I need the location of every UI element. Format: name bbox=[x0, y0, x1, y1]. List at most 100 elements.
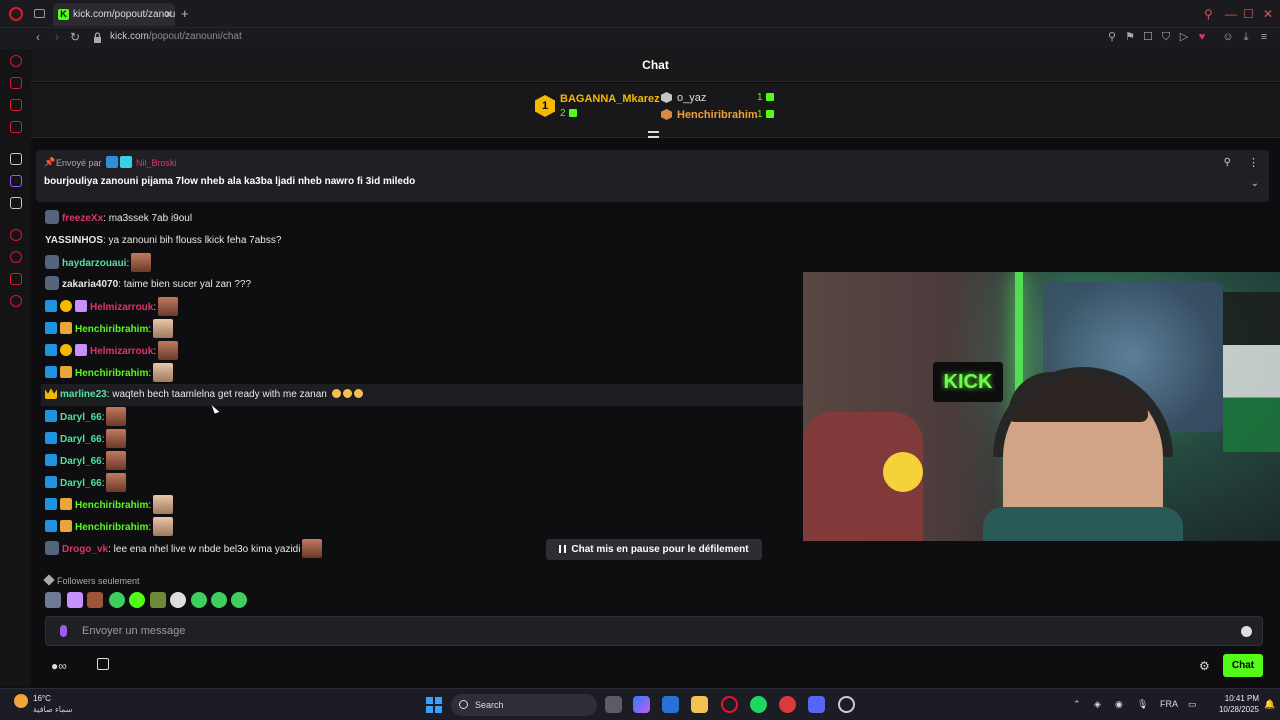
tray-app-icon[interactable]: ◈ bbox=[1094, 699, 1101, 710]
quick-emote-icon[interactable] bbox=[211, 592, 227, 608]
chat-message[interactable]: freezeXx: ma3ssek 7ab i9oul bbox=[45, 209, 192, 229]
chat-message[interactable]: Helmizarrouk: bbox=[45, 341, 179, 361]
store-icon[interactable] bbox=[97, 658, 109, 670]
app-icon[interactable] bbox=[779, 696, 796, 713]
leader-second-name[interactable]: o_yaz bbox=[677, 92, 706, 104]
taskbar-time[interactable]: 10:41 PM bbox=[1219, 694, 1259, 703]
ai-icon[interactable] bbox=[10, 55, 22, 67]
chat-message[interactable]: Henchiribrahim: bbox=[45, 495, 174, 515]
message-username[interactable]: Daryl_66 bbox=[60, 478, 102, 489]
resume-scroll-button[interactable]: Chat mis en pause pour le défilement bbox=[546, 539, 762, 560]
settings-icon[interactable] bbox=[10, 295, 22, 307]
player-icon[interactable] bbox=[10, 229, 22, 241]
task-view-icon[interactable] bbox=[605, 696, 622, 713]
opera-taskbar-icon[interactable] bbox=[721, 696, 738, 713]
microphone-tray-icon[interactable]: 🎙 bbox=[1137, 699, 1148, 710]
discord-icon[interactable] bbox=[808, 696, 825, 713]
minimize-icon[interactable]: — bbox=[1225, 7, 1237, 21]
quick-emote-icon[interactable] bbox=[45, 592, 61, 608]
chat-message[interactable]: Daryl_66: bbox=[45, 473, 127, 493]
forward-icon[interactable]: › bbox=[55, 30, 59, 44]
weather-icon[interactable] bbox=[14, 694, 28, 708]
quick-emote-icon[interactable] bbox=[87, 592, 103, 608]
send-chat-button[interactable]: Chat bbox=[1223, 654, 1263, 677]
emoji-picker-icon[interactable] bbox=[1241, 626, 1252, 637]
leader-first-name[interactable]: BAGANNA_Mkarez bbox=[560, 93, 660, 105]
network-icon[interactable]: ▭ bbox=[1188, 699, 1197, 710]
x-icon[interactable] bbox=[10, 197, 22, 209]
workspaces-icon[interactable] bbox=[34, 9, 45, 18]
message-username[interactable]: Helmizarrouk bbox=[90, 302, 153, 313]
chat-message[interactable]: Daryl_66: bbox=[45, 407, 127, 427]
message-username[interactable]: Daryl_66 bbox=[60, 434, 102, 445]
quick-emote-icon[interactable] bbox=[170, 592, 186, 608]
message-username[interactable]: Drogo_vk bbox=[62, 544, 108, 555]
microphone-icon[interactable] bbox=[60, 625, 67, 637]
chat-message[interactable]: Henchiribrahim: bbox=[45, 363, 174, 383]
browser-tab[interactable]: K kick.com/popout/zanouni bbox=[53, 3, 175, 26]
shopping-icon[interactable] bbox=[10, 77, 22, 89]
close-tab-icon[interactable]: ✕ bbox=[164, 8, 173, 21]
quick-emote-icon[interactable] bbox=[150, 592, 166, 608]
chat-message[interactable]: Daryl_66: bbox=[45, 429, 127, 449]
message-username[interactable]: Helmizarrouk bbox=[90, 346, 153, 357]
message-username[interactable]: Daryl_66 bbox=[60, 456, 102, 467]
close-window-icon[interactable]: ✕ bbox=[1263, 7, 1273, 21]
messenger-icon[interactable] bbox=[10, 99, 22, 111]
chat-message[interactable]: haydarzouaui: bbox=[45, 253, 152, 273]
message-input[interactable] bbox=[82, 621, 1222, 641]
message-username[interactable]: marline23 bbox=[60, 389, 107, 400]
opera-logo-icon[interactable] bbox=[9, 7, 23, 21]
message-username[interactable]: Henchiribrahim bbox=[75, 500, 148, 511]
chat-message[interactable]: marline23: waqteh bech taamlelna get rea… bbox=[45, 385, 363, 405]
notifications-icon[interactable]: 🔔 bbox=[1264, 699, 1275, 710]
taskbar-search[interactable]: Search bbox=[451, 694, 597, 716]
message-username[interactable]: Henchiribrahim bbox=[75, 324, 148, 335]
pin-icon[interactable]: ⚑ bbox=[1124, 31, 1136, 43]
news-icon[interactable] bbox=[10, 121, 22, 133]
zoom-icon[interactable]: ⚲ bbox=[1106, 31, 1118, 43]
extensions-icon[interactable] bbox=[10, 273, 22, 285]
message-username[interactable]: Daryl_66 bbox=[60, 412, 102, 423]
play-icon[interactable]: ▷ bbox=[1178, 31, 1190, 43]
input-language[interactable]: FRA bbox=[1160, 699, 1178, 709]
message-username[interactable]: freezeXx bbox=[62, 213, 103, 224]
maximize-icon[interactable]: ☐ bbox=[1243, 7, 1254, 21]
chat-message[interactable]: YASSINHOS: ya zanouni bih flouss lkick f… bbox=[45, 231, 281, 251]
chat-message[interactable]: zakaria4070: taime bien sucer yal zan ??… bbox=[45, 275, 251, 295]
tray-overflow-icon[interactable]: ⌃ bbox=[1073, 699, 1081, 710]
chat-message-list[interactable]: freezeXx: ma3ssek 7ab i9oul YASSINHOS: y… bbox=[31, 204, 803, 570]
heart-icon[interactable]: ♥ bbox=[1196, 31, 1208, 43]
windows-start-icon[interactable] bbox=[426, 697, 442, 713]
message-username[interactable]: haydarzouaui bbox=[62, 258, 126, 269]
chat-message[interactable]: Drogo_vk: lee ena nhel live w nbde bel3o… bbox=[45, 539, 323, 559]
tray-app-icon[interactable]: ◉ bbox=[1115, 699, 1123, 710]
back-icon[interactable]: ‹ bbox=[36, 30, 40, 44]
reload-icon[interactable]: ↻ bbox=[70, 30, 80, 44]
shield-icon[interactable]: ⛉ bbox=[1160, 31, 1172, 43]
taskbar-date[interactable]: 10/28/2025 bbox=[1211, 705, 1259, 714]
search-tabs-icon[interactable]: ⚲ bbox=[1204, 7, 1213, 21]
spotify-icon[interactable] bbox=[750, 696, 767, 713]
kick-sidebar-icon[interactable] bbox=[10, 153, 22, 165]
file-explorer-icon[interactable] bbox=[691, 696, 708, 713]
chat-message[interactable]: Henchiribrahim: bbox=[45, 319, 174, 339]
twitch-icon[interactable] bbox=[10, 175, 22, 187]
collapse-handle-icon[interactable] bbox=[648, 131, 659, 138]
unpin-icon[interactable]: ⚲ bbox=[1224, 157, 1231, 168]
chat-settings-icon[interactable]: ⚙ bbox=[1199, 659, 1210, 673]
download-icon[interactable]: ⤓ bbox=[1240, 31, 1252, 43]
menu-icon[interactable]: ≡ bbox=[1258, 31, 1270, 43]
copilot-icon[interactable] bbox=[633, 696, 650, 713]
leader-third-name[interactable]: Henchiribrahim bbox=[677, 109, 758, 121]
pinned-by-user[interactable]: Nil_Broski bbox=[136, 158, 177, 168]
chat-message[interactable]: Henchiribrahim: bbox=[45, 517, 174, 537]
message-username[interactable]: YASSINHOS bbox=[45, 235, 103, 246]
quick-emote-icon[interactable] bbox=[109, 592, 125, 608]
account-icon[interactable]: ☺ bbox=[1222, 31, 1234, 43]
chat-message[interactable]: Daryl_66: bbox=[45, 451, 127, 471]
store-app-icon[interactable] bbox=[662, 696, 679, 713]
message-username[interactable]: zakaria4070 bbox=[62, 279, 118, 290]
url-field[interactable]: kick.com/popout/zanouni/chat bbox=[110, 31, 242, 42]
bookmark-icon[interactable]: ☐ bbox=[1142, 31, 1154, 43]
